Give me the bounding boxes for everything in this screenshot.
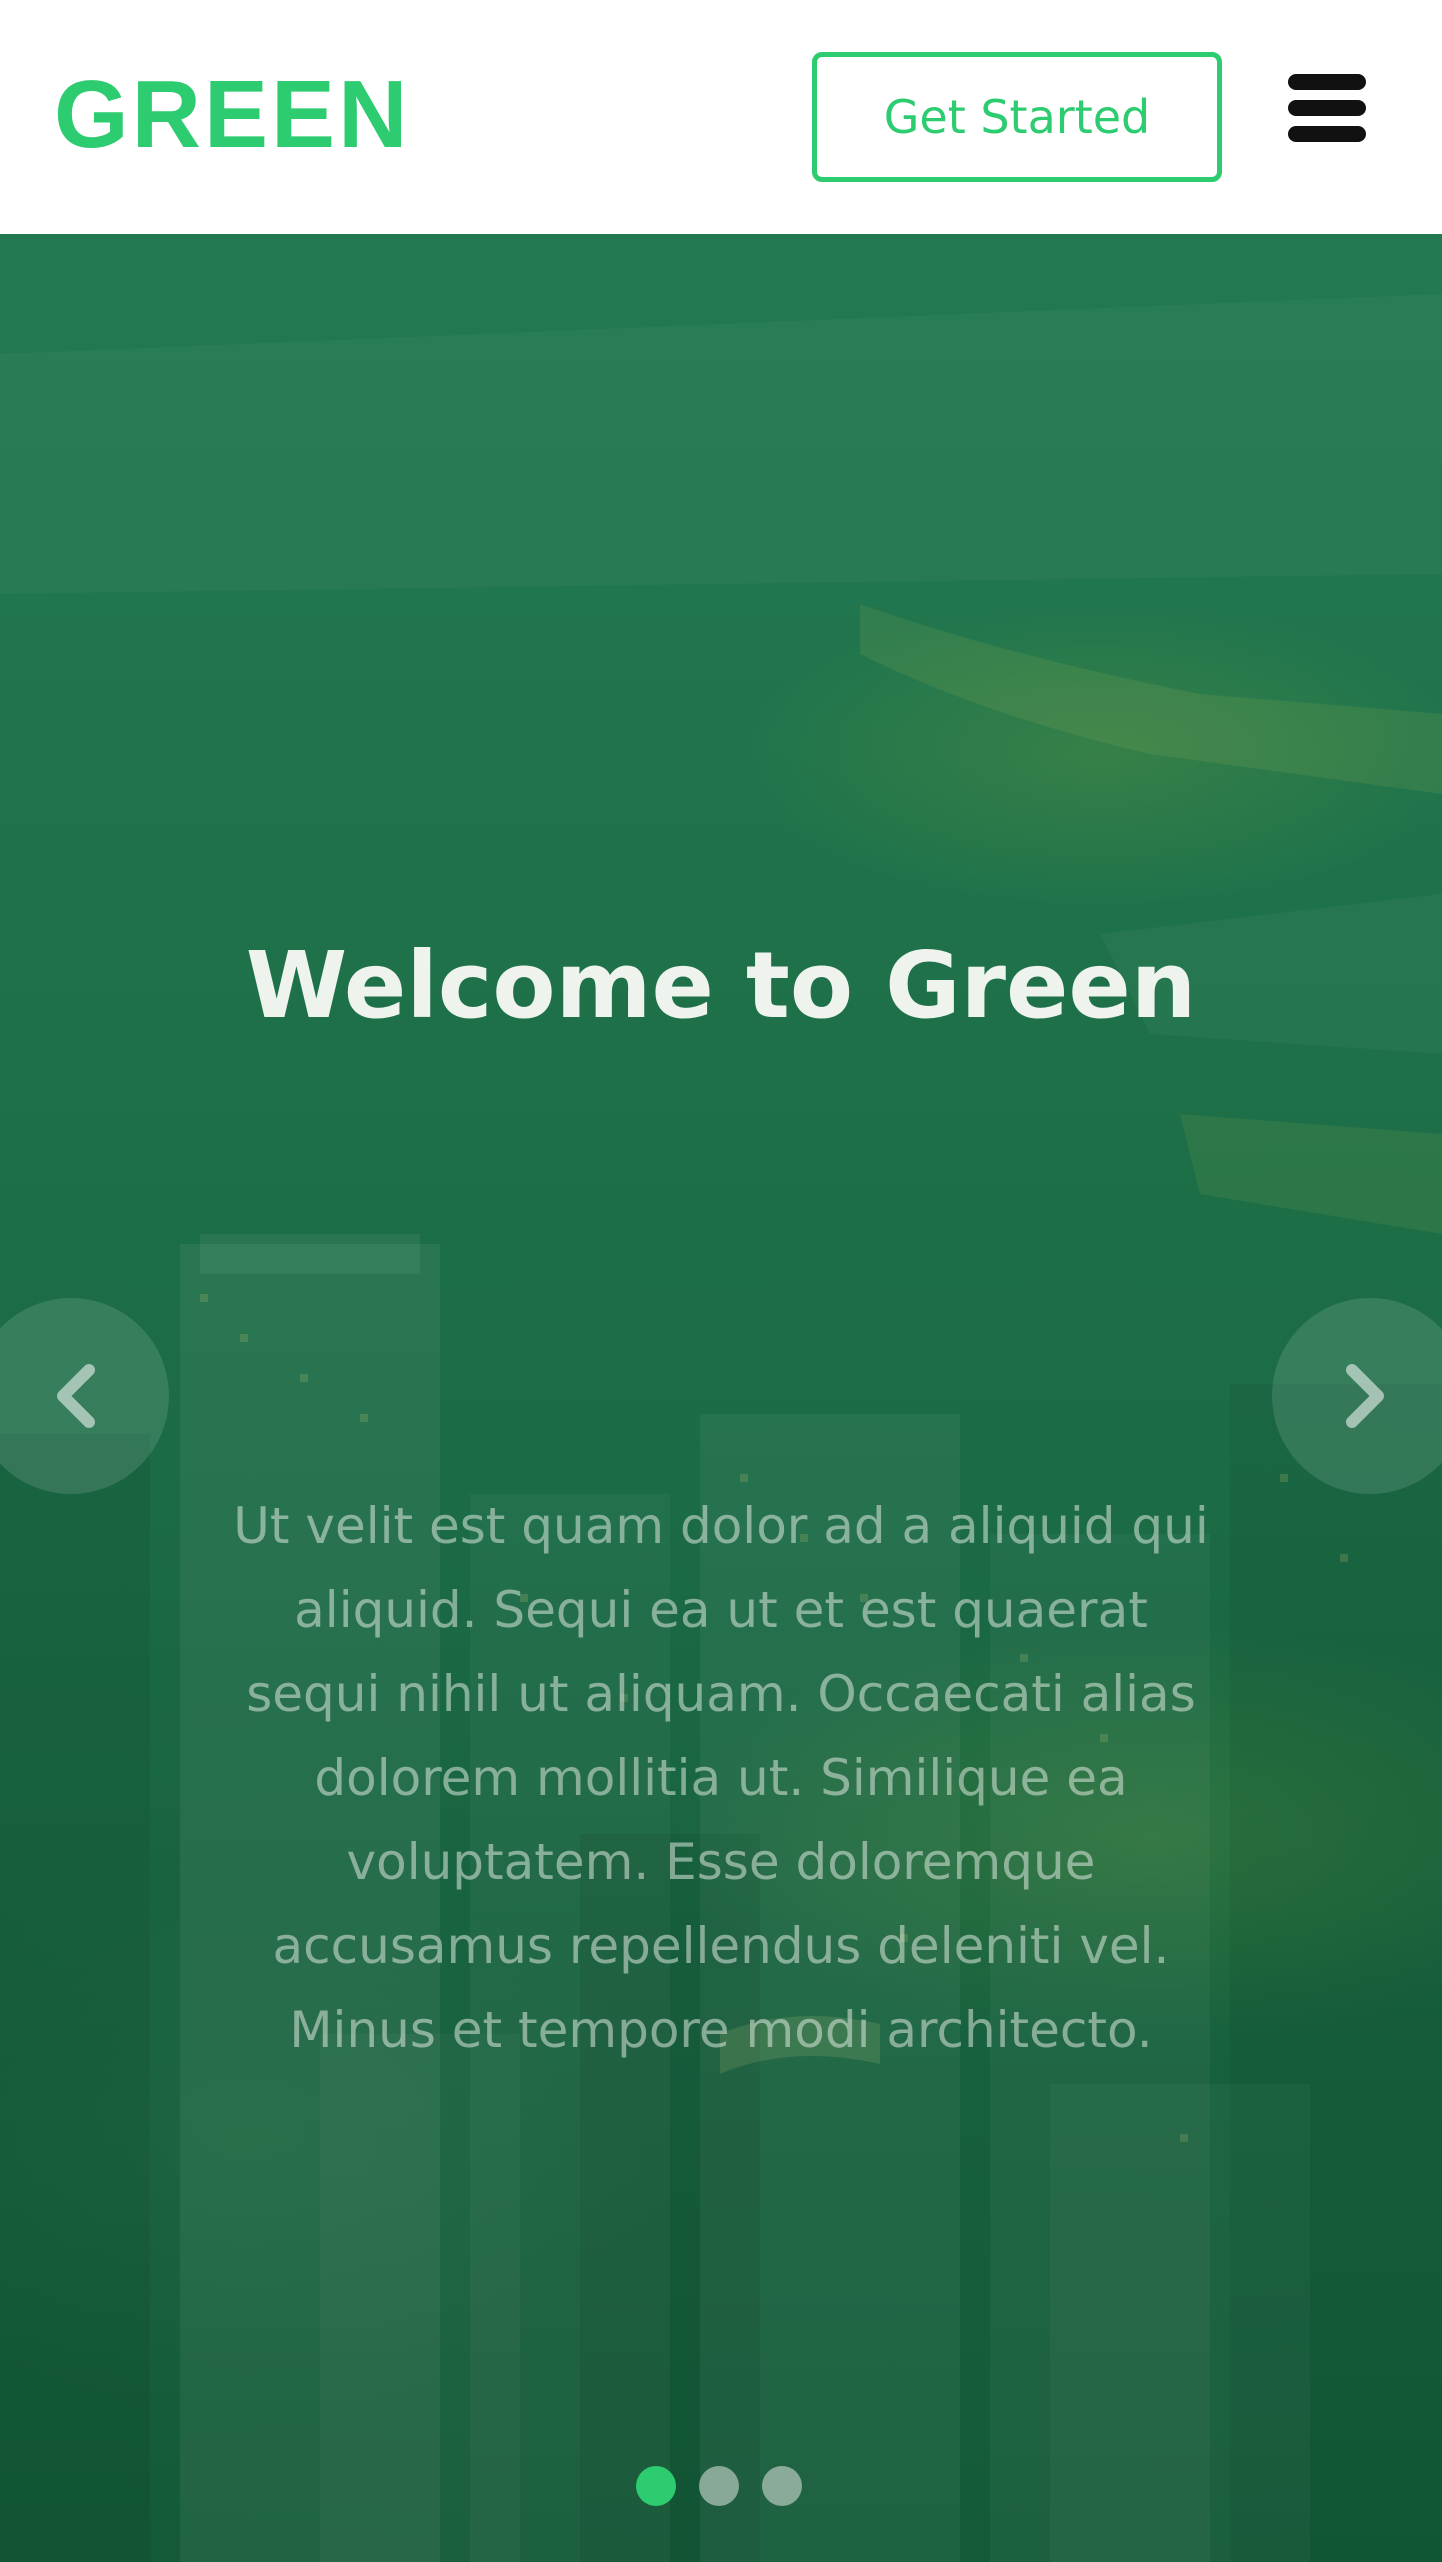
chevron-left-icon [57,1364,95,1428]
carousel-dot-3[interactable] [762,2466,802,2506]
carousel-dot-1[interactable] [636,2466,676,2506]
carousel-dot-2[interactable] [699,2466,739,2506]
site-header: GREEN Get Started [0,0,1442,234]
hero-title: Welcome to Green [245,931,1197,1039]
menu-bar-middle [1288,100,1366,116]
city-background-image [0,604,1442,2562]
hero-carousel: Welcome to Green Ut velit est quam dolor… [0,234,1442,2562]
carousel-indicators [636,2464,806,2508]
hero-description: Ut velit est quam dolor ad a aliquid qui… [233,1497,1209,2059]
hamburger-menu-icon[interactable] [1288,74,1366,142]
logo[interactable]: GREEN [54,60,410,170]
get-started-button[interactable]: Get Started [812,52,1222,182]
chevron-right-icon [1346,1364,1384,1428]
page: GREEN Get Started Welcome to Green Ut ve… [0,0,1442,2562]
menu-bar-top [1288,74,1366,90]
menu-bar-bottom [1288,126,1366,142]
